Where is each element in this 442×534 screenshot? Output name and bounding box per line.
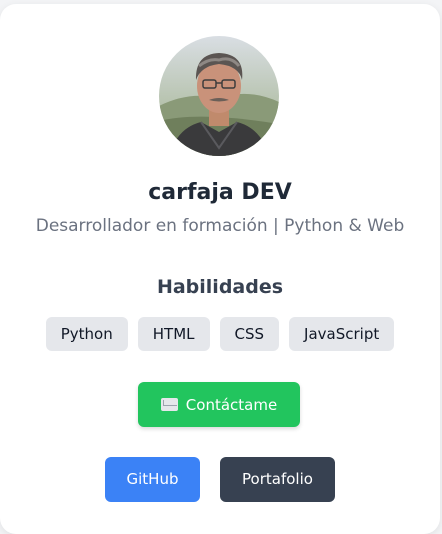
skill-tag-html: HTML [137, 317, 210, 351]
skills-list: Python HTML CSS JavaScript [0, 317, 440, 351]
avatar [159, 36, 279, 156]
profile-name: carfaja DEV [148, 180, 292, 205]
profile-card: carfaja DEV Desarrollador en formación |… [0, 4, 440, 534]
profile-role: Desarrollador en formación | Python & We… [35, 216, 405, 236]
skill-tag-python: Python [45, 317, 128, 351]
avatar-photo [159, 36, 279, 156]
social-links: GitHub Portafolio [0, 457, 440, 502]
skills-title: Habilidades [156, 276, 284, 298]
skill-tag-css: CSS [219, 317, 280, 351]
contact-button[interactable]: Contáctame [138, 382, 300, 427]
contact-button-label: Contáctame [185, 395, 278, 414]
github-button[interactable]: GitHub [105, 457, 200, 502]
skill-tag-javascript: JavaScript [289, 317, 395, 351]
envelope-icon [160, 398, 178, 411]
portfolio-button[interactable]: Portafolio [220, 457, 335, 502]
